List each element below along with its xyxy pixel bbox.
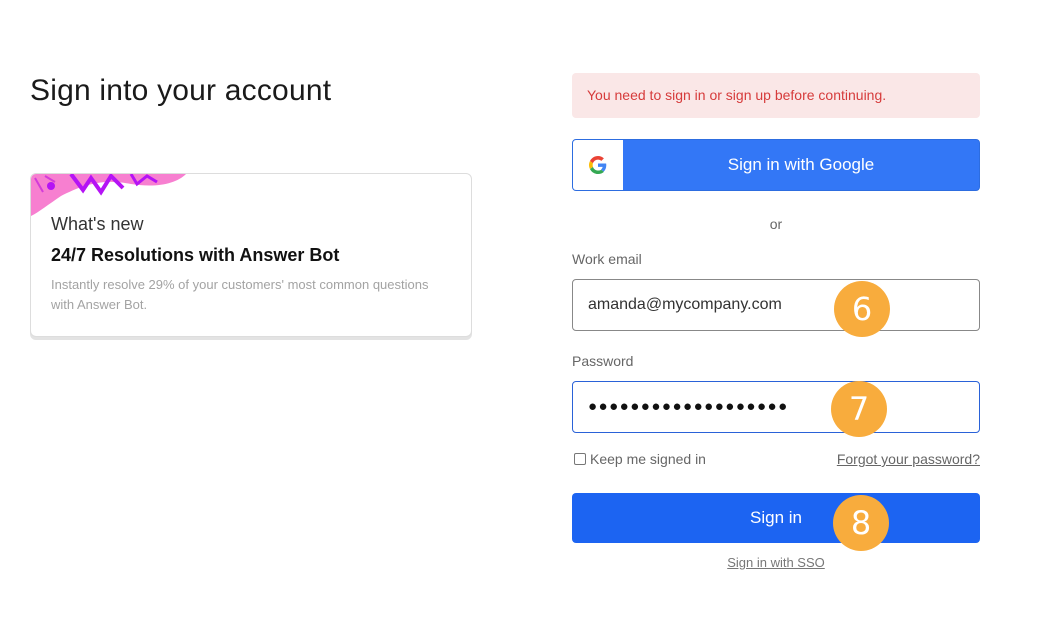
step-badge-6: 6: [834, 281, 890, 337]
sso-sign-in-link[interactable]: Sign in with SSO: [572, 555, 980, 570]
password-label: Password: [572, 353, 634, 369]
page-title: Sign into your account: [30, 74, 332, 107]
google-sign-in-label: Sign in with Google: [727, 155, 875, 174]
step-badge-8: 8: [833, 495, 889, 551]
keep-signed-in-label: Keep me signed in: [590, 451, 706, 467]
error-alert: You need to sign in or sign up before co…: [572, 73, 980, 118]
news-headline: 24/7 Resolutions with Answer Bot: [51, 245, 340, 265]
step-badge-7: 7: [831, 381, 887, 437]
news-description: Instantly resolve 29% of your customers'…: [51, 277, 429, 312]
keep-signed-in[interactable]: Keep me signed in: [574, 451, 706, 467]
google-sign-in-button[interactable]: Sign in with Google: [572, 139, 980, 191]
forgot-password-link[interactable]: Forgot your password?: [837, 451, 980, 467]
sign-in-button[interactable]: Sign in: [572, 493, 980, 543]
whats-new-label: What's new: [51, 214, 144, 234]
email-label: Work email: [572, 251, 642, 267]
email-field[interactable]: amanda@mycompany.com: [572, 279, 980, 331]
or-divider: or: [769, 216, 783, 232]
password-field[interactable]: ●●●●●●●●●●●●●●●●●●●: [572, 381, 980, 433]
whats-new-card: What's new 24/7 Resolutions with Answer …: [30, 173, 472, 337]
keep-signed-in-checkbox[interactable]: [574, 453, 586, 465]
google-logo-icon: [573, 140, 623, 190]
